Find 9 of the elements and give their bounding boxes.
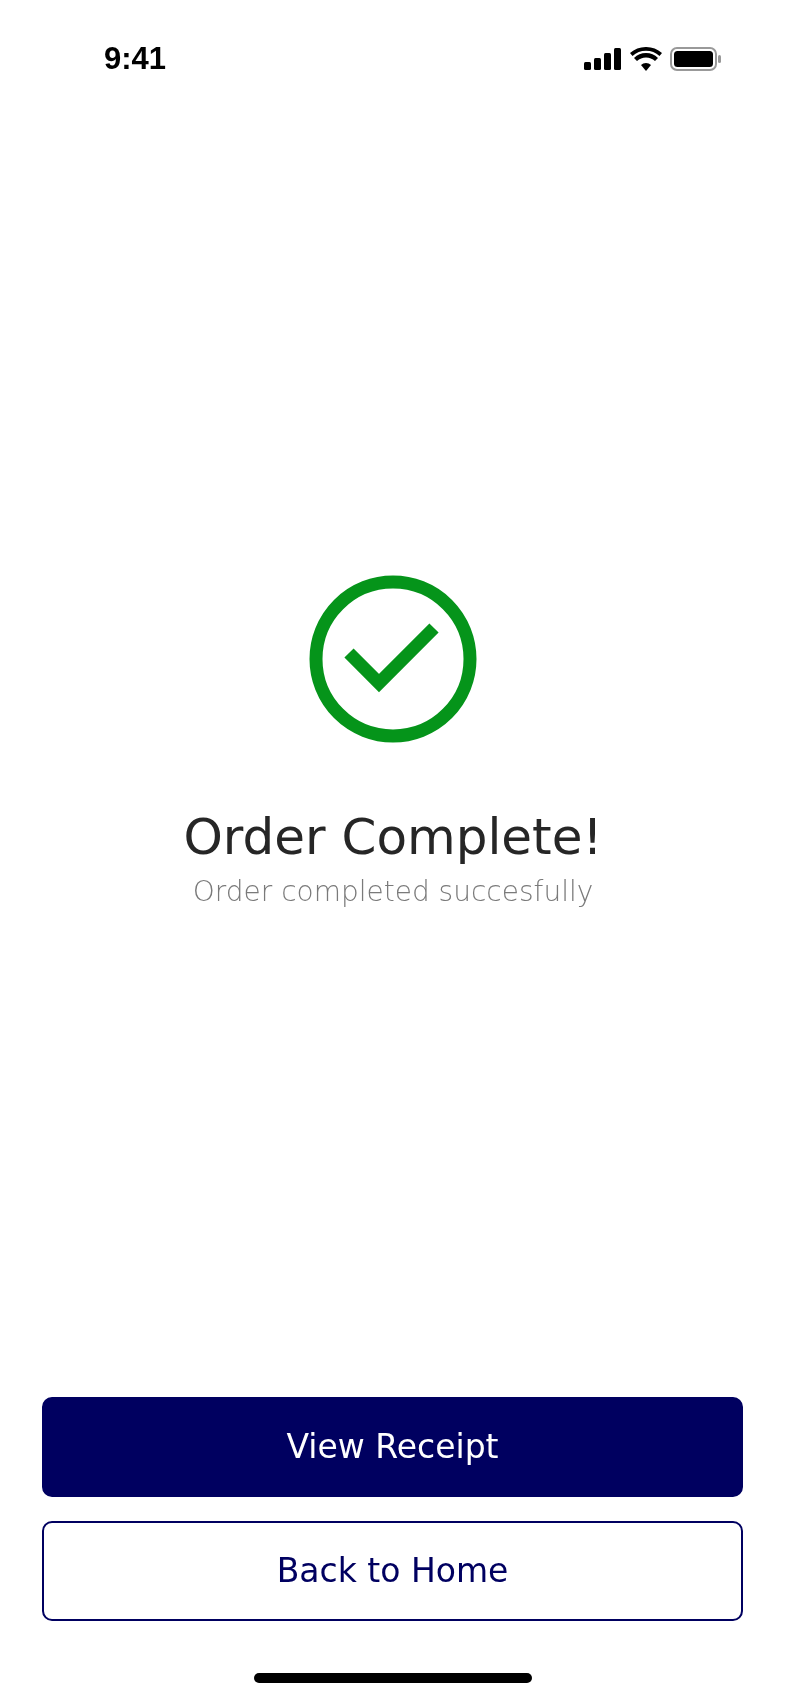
status-time: 9:41 (104, 39, 167, 78)
result-subtitle: Order completed succesfully (192, 874, 594, 910)
check-circle-icon (309, 575, 477, 743)
primary-button[interactable]: View Receipt (42, 1397, 743, 1497)
signal-icon (584, 48, 622, 70)
result-title: Order Complete! (183, 807, 603, 867)
secondary-button[interactable]: Back to Home (42, 1521, 743, 1621)
wifi-icon (630, 47, 662, 71)
battery-icon (670, 47, 722, 71)
